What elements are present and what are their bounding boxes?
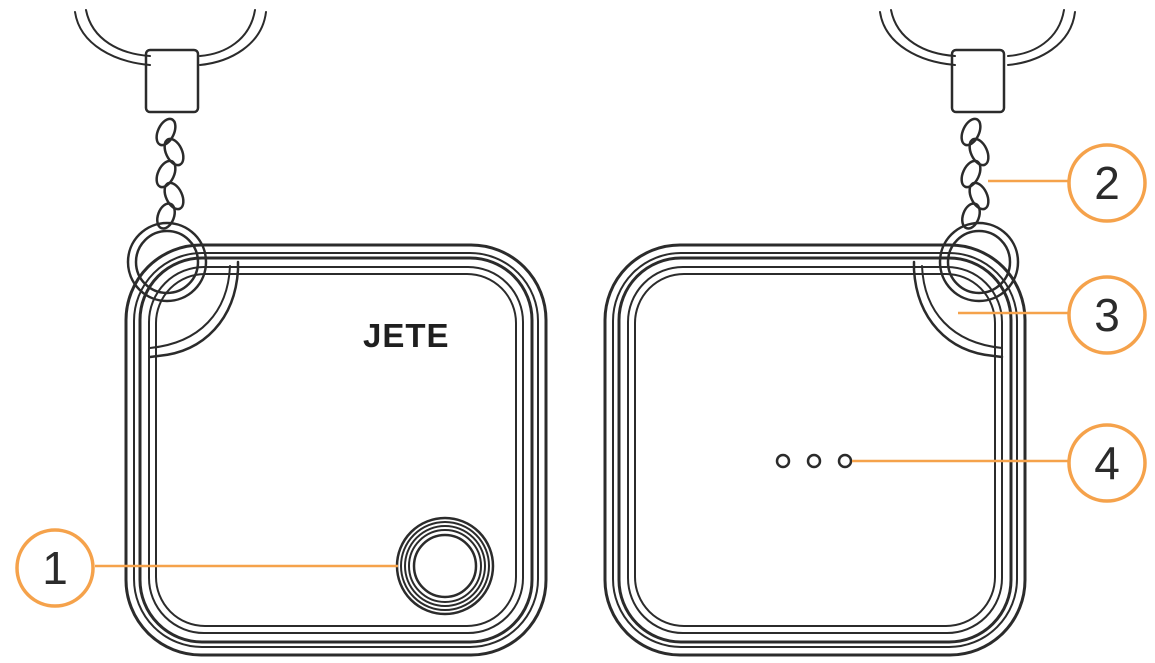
chain-right: [960, 117, 990, 230]
brand-logo: JETE: [363, 317, 450, 354]
callout-3: 3: [958, 275, 1147, 355]
front-view: JETE: [74, 9, 548, 657]
chain-left: [155, 117, 185, 230]
callout-number-1: 1: [42, 542, 68, 594]
button-icon: [395, 516, 495, 616]
speaker-holes: [775, 453, 853, 469]
tracker-body-back: [603, 243, 1027, 657]
callout-2: 2: [988, 143, 1147, 223]
crimp-sleeve-left: [144, 48, 200, 114]
crimp-sleeve-right: [950, 48, 1006, 114]
callout-4: 4: [852, 423, 1147, 503]
split-ring-right: [938, 221, 1020, 303]
key-ring-right: [879, 9, 1076, 66]
tracker-diagram: JETE 1 2 3 4: [15, 9, 1147, 657]
key-ring-left: [74, 9, 267, 66]
back-view: [603, 9, 1076, 657]
callout-number-3: 3: [1094, 289, 1120, 341]
callout-number-2: 2: [1094, 157, 1120, 209]
callout-1: 1: [15, 528, 398, 608]
callout-number-4: 4: [1094, 437, 1120, 489]
